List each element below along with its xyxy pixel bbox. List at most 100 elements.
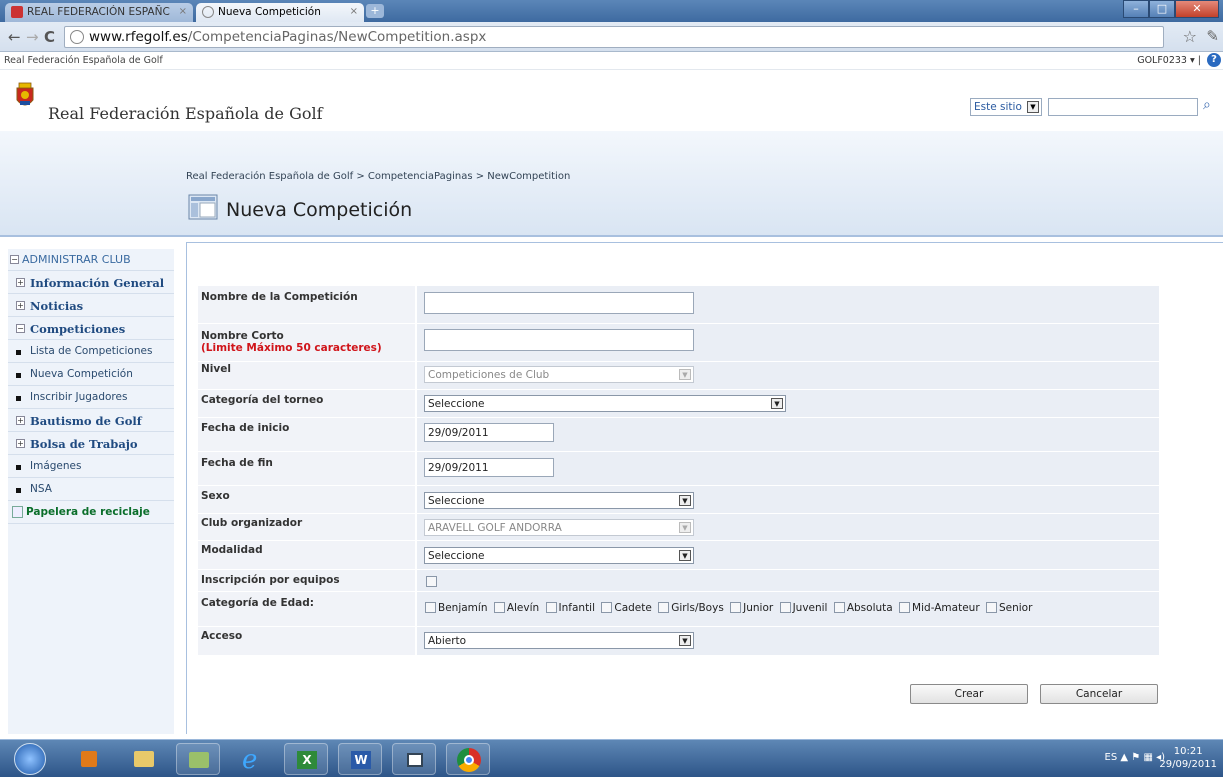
maximize-icon[interactable]: □ (1149, 0, 1175, 18)
network-icon[interactable]: ▦ (1143, 752, 1152, 763)
search-icon[interactable]: ⌕ (1203, 97, 1211, 113)
form-row-fecha-fin: Fecha de fin 29/09/2011 (198, 452, 1159, 486)
expand-icon[interactable]: + (16, 439, 25, 448)
browser-tab-nueva-competicion[interactable]: Nueva Competición × (196, 3, 364, 22)
url-input[interactable]: www.rfegolf.es/CompetenciaPaginas/NewCom… (64, 26, 1164, 48)
short-name-input[interactable] (424, 329, 694, 351)
checkbox[interactable] (425, 602, 436, 613)
sidebar-item-informacion-general[interactable]: + Información General (8, 272, 174, 294)
site-name-link[interactable]: Real Federación Española de Golf (4, 55, 163, 66)
windows-taskbar: e X W ES ▲ ⚑ ▦ ◂) 10:21 29/09/2011 (0, 739, 1223, 777)
checkbox[interactable] (493, 602, 505, 613)
forward-arrow-icon[interactable]: → (26, 28, 39, 46)
back-arrow-icon[interactable]: ← (8, 28, 21, 46)
sidebar-item-nueva-competicion[interactable]: Nueva Competición (8, 364, 174, 386)
age-option-alevin[interactable]: Alevín (493, 602, 539, 614)
organizing-club-select[interactable]: ARAVELL GOLF ANDORRA ▼ (424, 519, 694, 536)
sidebar-item-noticias[interactable]: + Noticias (8, 295, 174, 317)
field-label: Modalidad (198, 541, 415, 569)
age-option-benjamin[interactable]: Benjamín (425, 602, 487, 614)
search-input[interactable] (1048, 98, 1198, 116)
expand-icon[interactable]: + (16, 278, 25, 287)
checkbox[interactable] (545, 602, 557, 613)
sidebar-item-inscribir-jugadores[interactable]: Inscribir Jugadores (8, 387, 174, 409)
outlook-icon[interactable] (68, 743, 112, 775)
sidebar-item-competiciones[interactable]: − Competiciones (8, 318, 174, 340)
start-date-input[interactable]: 29/09/2011 (424, 423, 554, 442)
form-row-categoria-edad: Categoría de Edad: Benjamín Alevín Infan… (198, 592, 1159, 627)
form-row-inscripcion-equipos: Inscripción por equipos (198, 570, 1159, 592)
sidebar-item-papelera[interactable]: Papelera de reciclaje (8, 502, 174, 524)
word-icon[interactable]: W (338, 743, 382, 775)
age-option-mid-amateur[interactable]: Mid-Amateur (899, 602, 980, 614)
field-label: Acceso (198, 627, 415, 655)
age-option-absoluta[interactable]: Absoluta (833, 602, 893, 614)
tray-expand-icon[interactable]: ▲ (1120, 752, 1131, 763)
age-option-girls-boys[interactable]: Girls/Boys (658, 602, 724, 614)
wrench-icon[interactable]: ✎ (1206, 27, 1219, 45)
file-explorer-icon[interactable] (122, 743, 166, 775)
start-button-icon[interactable] (14, 743, 46, 775)
page-layout-icon (188, 194, 218, 220)
collapse-icon[interactable]: − (10, 255, 19, 264)
excel-icon[interactable]: X (284, 743, 328, 775)
file-manager-icon[interactable] (176, 743, 220, 775)
checkbox[interactable] (899, 602, 911, 613)
checkbox[interactable] (730, 602, 742, 613)
expand-icon[interactable]: + (16, 301, 25, 310)
team-registration-checkbox[interactable] (426, 576, 437, 587)
cancel-button[interactable]: Cancelar (1040, 684, 1158, 704)
sidebar-item-imagenes[interactable]: Imágenes (8, 456, 174, 478)
user-menu[interactable]: GOLF0233 ▾ | (1137, 55, 1201, 66)
search-scope-select[interactable]: Este sitio ▼ (970, 98, 1042, 116)
age-option-juvenil[interactable]: Juvenil (779, 602, 827, 614)
age-option-cadete[interactable]: Cadete (601, 602, 652, 614)
close-icon[interactable]: × (350, 6, 358, 17)
site-title[interactable]: Real Federación Española de Golf (48, 104, 323, 123)
level-select[interactable]: Competiciones de Club ▼ (424, 366, 694, 383)
help-icon[interactable]: ? (1207, 53, 1221, 67)
competition-name-input[interactable] (424, 292, 694, 314)
system-clock[interactable]: 10:21 29/09/2011 (1159, 745, 1217, 771)
expand-icon[interactable]: + (16, 416, 25, 425)
checkbox[interactable] (985, 602, 997, 613)
sidebar-item-bautismo-golf[interactable]: + Bautismo de Golf (8, 410, 174, 432)
sidebar-item-lista-competiciones[interactable]: Lista de Competiciones (8, 341, 174, 363)
browser-tab-rfeg[interactable]: REAL FEDERACIÓN ESPAÑC × (5, 3, 193, 22)
left-navigation: − ADMINISTRAR CLUB + Información General… (8, 249, 174, 734)
chrome-icon[interactable] (446, 743, 490, 775)
chevron-down-icon: ▼ (679, 635, 691, 646)
bullet-icon (16, 373, 21, 378)
end-date-input[interactable]: 29/09/2011 (424, 458, 554, 477)
field-label: Fecha de inicio (198, 418, 415, 451)
collapse-icon[interactable]: − (16, 324, 25, 333)
window-close-icon[interactable]: ✕ (1175, 0, 1219, 18)
age-option-infantil[interactable]: Infantil (545, 602, 595, 614)
gender-select[interactable]: Seleccione ▼ (424, 492, 694, 509)
new-tab-icon[interactable]: + (366, 4, 384, 18)
reload-icon[interactable]: C (44, 28, 55, 46)
sidebar-item-nsa[interactable]: NSA (8, 479, 174, 501)
age-option-junior[interactable]: Junior (730, 602, 773, 614)
checkbox[interactable] (601, 602, 613, 613)
breadcrumb[interactable]: Real Federación Española de Golf > Compe… (186, 171, 570, 182)
checkbox[interactable] (833, 602, 845, 613)
minimize-icon[interactable]: – (1123, 0, 1149, 18)
language-indicator[interactable]: ES (1105, 752, 1118, 763)
modality-select[interactable]: Seleccione ▼ (424, 547, 694, 564)
window-app-icon[interactable] (392, 743, 436, 775)
sidebar-item-administrar-club[interactable]: − ADMINISTRAR CLUB (8, 249, 174, 271)
internet-explorer-icon[interactable]: e (230, 743, 274, 775)
access-select[interactable]: Abierto ▼ (424, 632, 694, 649)
flag-icon[interactable]: ⚑ (1131, 752, 1140, 763)
close-icon[interactable]: × (179, 6, 187, 17)
short-name-label: Nombre Corto (201, 330, 284, 342)
form-row-nivel: Nivel Competiciones de Club ▼ (198, 362, 1159, 390)
create-button[interactable]: Crear (910, 684, 1028, 704)
checkbox[interactable] (658, 602, 670, 613)
age-option-senior[interactable]: Senior (985, 602, 1032, 614)
sidebar-item-bolsa-trabajo[interactable]: + Bolsa de Trabajo (8, 433, 174, 455)
tournament-category-select[interactable]: Seleccione ▼ (424, 395, 786, 412)
checkbox[interactable] (779, 602, 791, 613)
bookmark-star-icon[interactable]: ☆ (1183, 27, 1197, 46)
